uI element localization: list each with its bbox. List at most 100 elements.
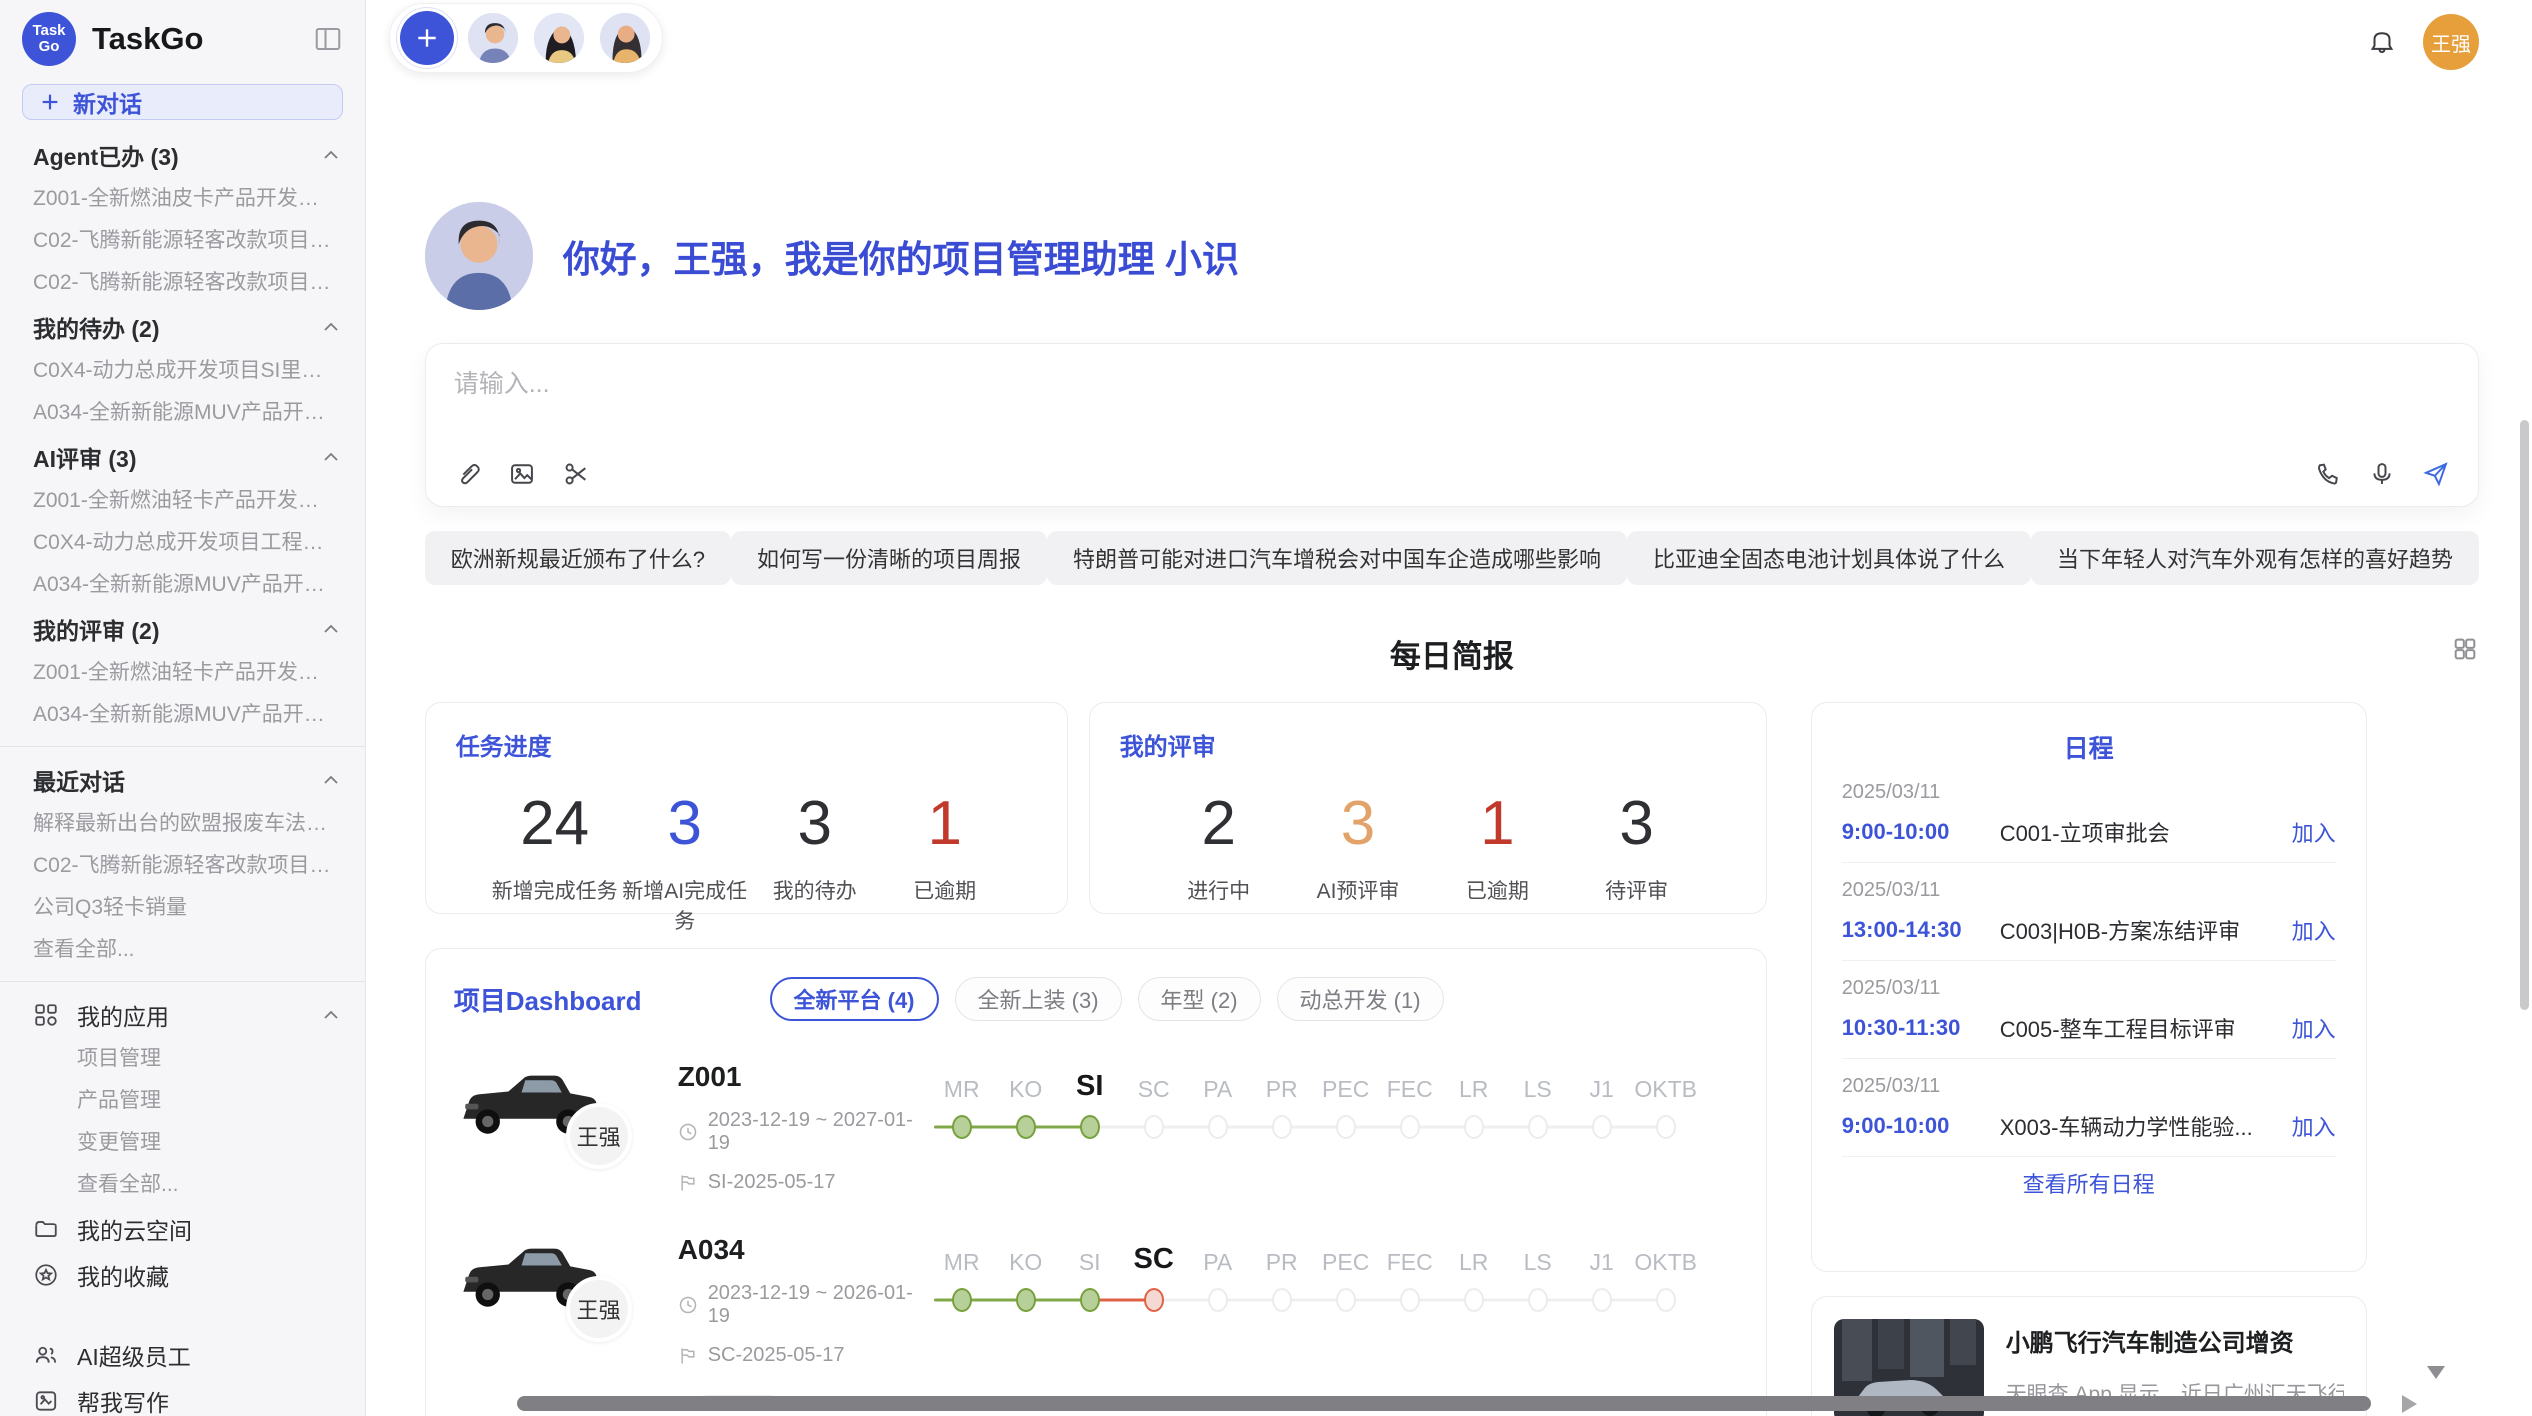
- sidebar-item-help-write[interactable]: 帮我写作: [0, 1378, 365, 1416]
- sidebar-item[interactable]: A034-全新新能源MUV产品开发项目计划变更表编写: [0, 392, 365, 434]
- recent-chat-item[interactable]: 解释最新出台的欧盟报废车法规再生塑料比例被调至15%...: [0, 803, 365, 845]
- stat-in-progress: 2进行中: [1154, 788, 1284, 905]
- milestone-dot-done: [952, 1115, 972, 1139]
- app-item-change-mgmt[interactable]: 变更管理: [0, 1122, 365, 1164]
- scissors-icon[interactable]: [562, 460, 590, 488]
- sidebar-item-my-apps[interactable]: 我的应用: [0, 992, 365, 1038]
- new-chat-label: 新对话: [73, 85, 142, 119]
- brief-left-column: 任务进度 24新增完成任务 3新增AI完成任务 3我的待办: [425, 702, 1767, 1416]
- recent-view-all-link[interactable]: 查看全部...: [0, 929, 365, 971]
- sidebar-item-ai-employee[interactable]: AI超级员工: [0, 1332, 365, 1378]
- new-chat-button[interactable]: 新对话: [22, 84, 343, 120]
- chevron-up-icon: [323, 1010, 339, 1020]
- send-icon[interactable]: [2422, 460, 2450, 488]
- project-image: 王强: [454, 1061, 644, 1191]
- tab-powertrain[interactable]: 动总开发 (1): [1277, 977, 1444, 1021]
- stat-ai-pre-review: 3AI预评审: [1293, 788, 1423, 905]
- chevron-up-icon: [323, 624, 339, 634]
- suggestion-chip[interactable]: 特朗普可能对进口汽车增税会对中国车企造成哪些影响: [1047, 531, 1627, 585]
- logo-text-bottom: Go: [39, 39, 60, 55]
- suggestion-chip[interactable]: 欧洲新规最近颁布了什么?: [425, 531, 731, 585]
- user-name: 王强: [2431, 28, 2471, 57]
- agent-avatar[interactable]: [532, 11, 586, 65]
- sidebar-collapse-icon[interactable]: [313, 24, 343, 54]
- horizontal-scrollbar[interactable]: [517, 1396, 2371, 1411]
- section-header-my-review[interactable]: 我的评审 (2): [0, 606, 365, 652]
- section-header-recent-chats[interactable]: 最近对话: [0, 757, 365, 803]
- recent-chat-item[interactable]: 公司Q3轻卡销量: [0, 887, 365, 929]
- schedule-event: 2025/03/11 10:30-11:30 C005-整车工程目标评审 加入: [1842, 961, 2336, 1059]
- section-header-ai-review[interactable]: AI评审 (3): [0, 434, 365, 480]
- milestone-dot: [1528, 1115, 1548, 1139]
- join-meeting-link[interactable]: 加入: [2292, 1110, 2336, 1142]
- section-header-agent-done[interactable]: Agent已办 (3): [0, 132, 365, 178]
- menu-label: 我的收藏: [77, 1258, 169, 1292]
- microphone-icon[interactable]: [2368, 460, 2396, 488]
- suggestion-chip[interactable]: 当下年轻人对汽车外观有怎样的喜好趋势: [2031, 531, 2479, 585]
- sidebar-divider: [0, 746, 365, 747]
- chat-input[interactable]: [454, 370, 2450, 399]
- apps-grid-icon: [33, 1002, 59, 1028]
- sidebar-item[interactable]: A034-全新新能源MUV产品开发项目造型可行性评审: [0, 694, 365, 736]
- join-meeting-link[interactable]: 加入: [2292, 816, 2336, 848]
- chevron-up-icon: [323, 775, 339, 785]
- app-item-project-mgmt[interactable]: 项目管理: [0, 1038, 365, 1080]
- sidebar-item[interactable]: C0X4-动力总成开发项目工程变更评审: [0, 522, 365, 564]
- scroll-down-arrow[interactable]: [2427, 1366, 2445, 1379]
- view-all-schedule-link[interactable]: 查看所有日程: [1842, 1167, 2336, 1199]
- user-avatar[interactable]: 王强: [2423, 14, 2479, 70]
- project-row-a034[interactable]: 王强 A034 2023-12-19 ~ 2026-01-19 SC: [454, 1234, 1738, 1367]
- milestone-dot: [1592, 1288, 1612, 1312]
- sidebar-item-favorites[interactable]: 我的收藏: [0, 1252, 365, 1298]
- project-info: A034 2023-12-19 ~ 2026-01-19 SC-2025-05-…: [678, 1234, 930, 1367]
- agent-avatar[interactable]: [466, 11, 520, 65]
- suggestion-chip[interactable]: 如何写一份清晰的项目周报: [731, 531, 1047, 585]
- section-header-my-todo[interactable]: 我的待办 (2): [0, 304, 365, 350]
- project-owner-badge: 王强: [566, 1103, 632, 1169]
- tab-new-body[interactable]: 全新上装 (3): [955, 977, 1122, 1021]
- milestone-dot: [1272, 1115, 1292, 1139]
- scroll-right-arrow[interactable]: [2402, 1395, 2417, 1413]
- tab-year-model[interactable]: 年型 (2): [1138, 977, 1261, 1021]
- sidebar-item[interactable]: A034-全新新能源MUV产品开发项目法规符合性评审: [0, 564, 365, 606]
- add-session-button[interactable]: [400, 11, 454, 65]
- apps-view-all-link[interactable]: 查看全部...: [0, 1164, 365, 1206]
- agent-avatar[interactable]: [598, 11, 652, 65]
- join-meeting-link[interactable]: 加入: [2292, 1012, 2336, 1044]
- sidebar-item-cloud-space[interactable]: 我的云空间: [0, 1206, 365, 1252]
- stat-my-todo: 3我的待办: [750, 788, 880, 935]
- sidebar-item[interactable]: C0X4-动力总成开发项目SI里程碑提交物检查: [0, 350, 365, 392]
- attachment-icon[interactable]: [454, 460, 482, 488]
- recent-chat-item[interactable]: C02-飞腾新能源轻客改款项目的闭环通告反馈情况: [0, 845, 365, 887]
- phone-icon[interactable]: [2314, 460, 2342, 488]
- sidebar-item[interactable]: Z001-全新燃油皮卡产品开发项目SI节点Lesson Learn报告: [0, 178, 365, 220]
- sidebar-item[interactable]: Z001-全新燃油轻卡产品开发项目SI节点属性5D文件评审: [0, 652, 365, 694]
- flag-icon: [678, 1173, 698, 1193]
- image-icon[interactable]: [508, 460, 536, 488]
- notification-bell-icon[interactable]: [2367, 27, 2397, 57]
- vertical-scrollbar[interactable]: [2520, 420, 2529, 1010]
- event-date: 2025/03/11: [1842, 781, 2336, 804]
- stat-new-ai-done: 3新增AI完成任务: [620, 788, 750, 935]
- chevron-up-icon: [323, 150, 339, 160]
- event-time: 9:00-10:00: [1842, 1113, 2000, 1139]
- milestone-dot-done: [952, 1288, 972, 1312]
- topbar: [425, 0, 2479, 76]
- milestone-dot-done: [1016, 1115, 1036, 1139]
- schedule-card: 日程 2025/03/11 9:00-10:00 C001-立项审批会 加入 2…: [1811, 702, 2367, 1272]
- sidebar-item[interactable]: C02-飞腾新能源轻客改款项目立项汇报方案: [0, 262, 365, 304]
- section-title: 最近对话: [33, 763, 125, 797]
- menu-label: 帮我写作: [77, 1384, 169, 1416]
- milestone-dot: [1144, 1115, 1164, 1139]
- suggestion-chip[interactable]: 比亚迪全固态电池计划具体说了什么: [1627, 531, 2031, 585]
- sidebar-item[interactable]: C02-飞腾新能源轻客改款项目里程碑画布: [0, 220, 365, 262]
- tab-new-platform[interactable]: 全新平台 (4): [770, 977, 939, 1021]
- event-date: 2025/03/11: [1842, 1075, 2336, 1098]
- app-item-product-mgmt[interactable]: 产品管理: [0, 1080, 365, 1122]
- milestone-dot: [1528, 1288, 1548, 1312]
- sidebar-item[interactable]: Z001-全新燃油轻卡产品开发项目SI造型提交物评审: [0, 480, 365, 522]
- join-meeting-link[interactable]: 加入: [2292, 914, 2336, 946]
- project-row-z001[interactable]: 王强 Z001 2023-12-19 ~ 2027-01-19 SI: [454, 1061, 1738, 1194]
- milestone-dot: [1656, 1115, 1676, 1139]
- layout-grid-icon[interactable]: [2451, 635, 2479, 663]
